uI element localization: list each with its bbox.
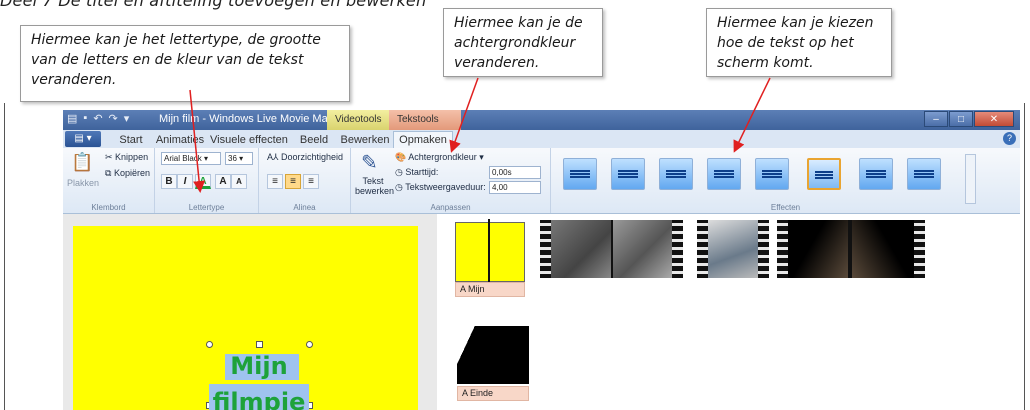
annotation-arrows (189, 77, 771, 193)
arrow-to-font-group (189, 89, 206, 193)
arrow-to-background-color (449, 77, 479, 153)
arrow-to-effects (733, 77, 771, 153)
